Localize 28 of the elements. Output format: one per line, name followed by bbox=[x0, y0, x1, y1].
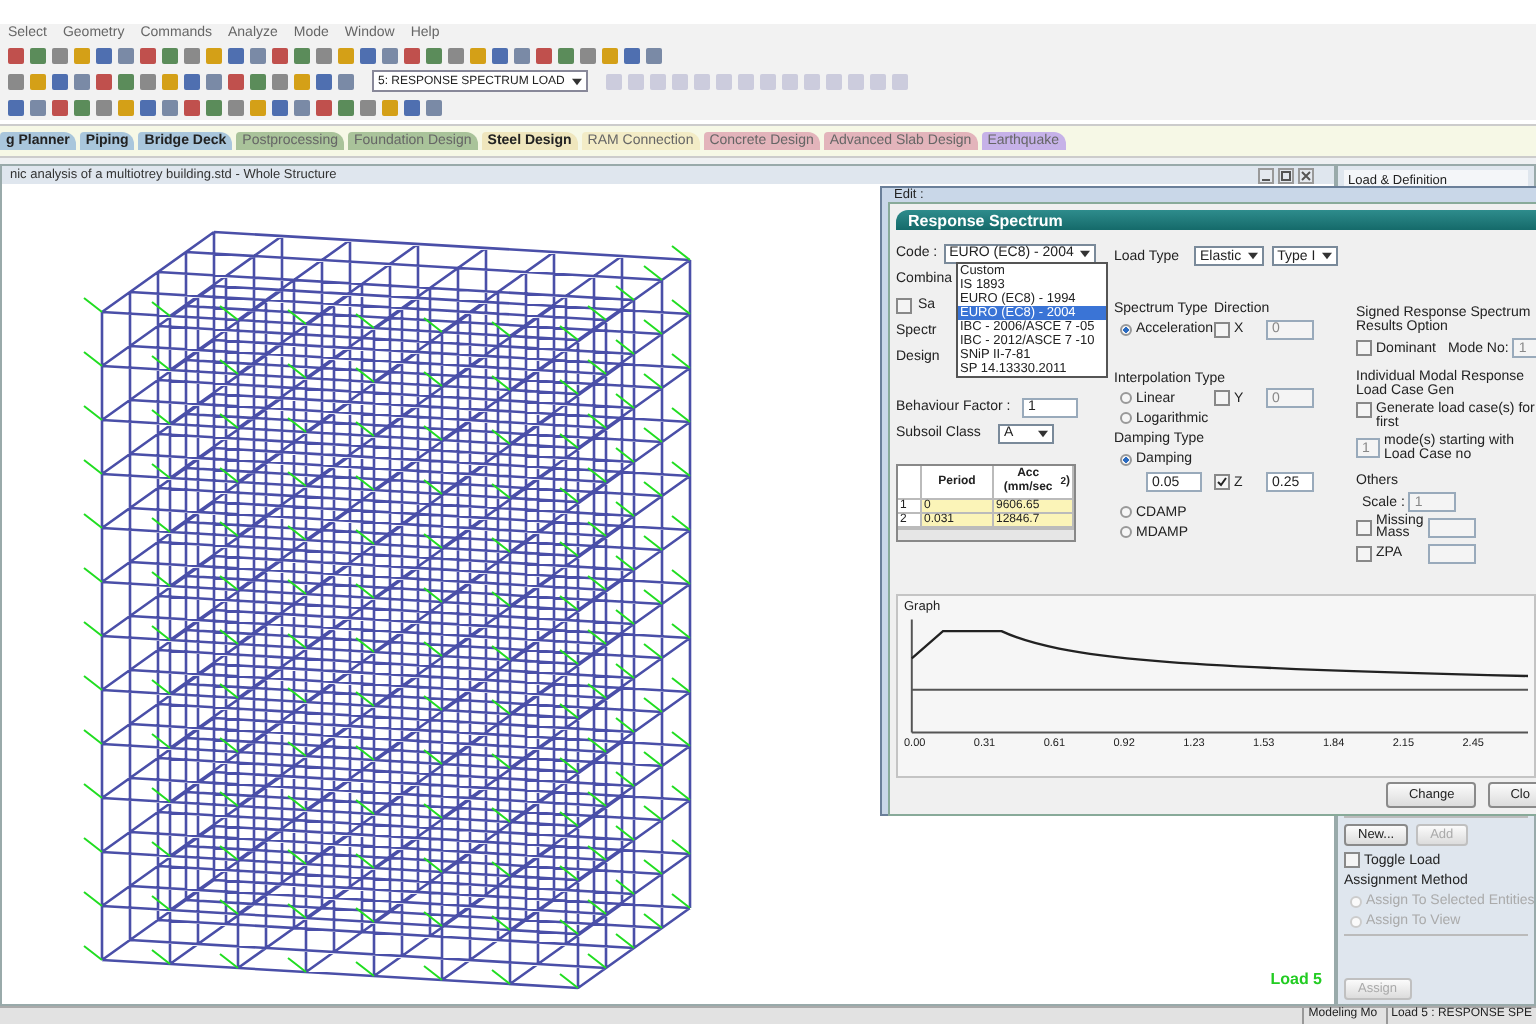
radio-button[interactable] bbox=[1120, 392, 1132, 404]
caret-icon bbox=[1247, 252, 1258, 260]
caret-icon bbox=[572, 77, 583, 85]
checkbox[interactable] bbox=[1214, 390, 1230, 406]
radio-button[interactable] bbox=[1120, 453, 1132, 465]
zpa-field[interactable] bbox=[1428, 544, 1476, 564]
missing-mass-field[interactable] bbox=[1428, 518, 1476, 538]
checkbox[interactable] bbox=[1214, 321, 1230, 337]
checkbox[interactable] bbox=[1356, 520, 1372, 536]
caret-icon bbox=[1038, 429, 1048, 437]
scrollbar[interactable] bbox=[898, 528, 1074, 540]
radio-button[interactable] bbox=[1120, 412, 1132, 424]
load-label: Load 5 bbox=[1270, 970, 1322, 988]
checkbox[interactable] bbox=[1214, 474, 1230, 490]
radio-button[interactable] bbox=[1120, 526, 1132, 538]
radio-button[interactable] bbox=[1120, 506, 1132, 518]
checkbox[interactable] bbox=[896, 297, 912, 313]
radio-button[interactable] bbox=[1120, 323, 1132, 335]
checkbox[interactable] bbox=[1356, 546, 1372, 562]
dialog-title: Response Spectrum bbox=[896, 210, 1536, 230]
minimize-icon[interactable] bbox=[1258, 167, 1274, 183]
caret-icon bbox=[1321, 252, 1332, 260]
maximize-icon[interactable] bbox=[1278, 167, 1294, 183]
checkbox[interactable] bbox=[1356, 402, 1372, 418]
checkbox[interactable] bbox=[1344, 852, 1360, 868]
checkbox[interactable] bbox=[1356, 340, 1372, 356]
close-icon[interactable] bbox=[1298, 167, 1314, 183]
caret-icon bbox=[1079, 249, 1090, 257]
